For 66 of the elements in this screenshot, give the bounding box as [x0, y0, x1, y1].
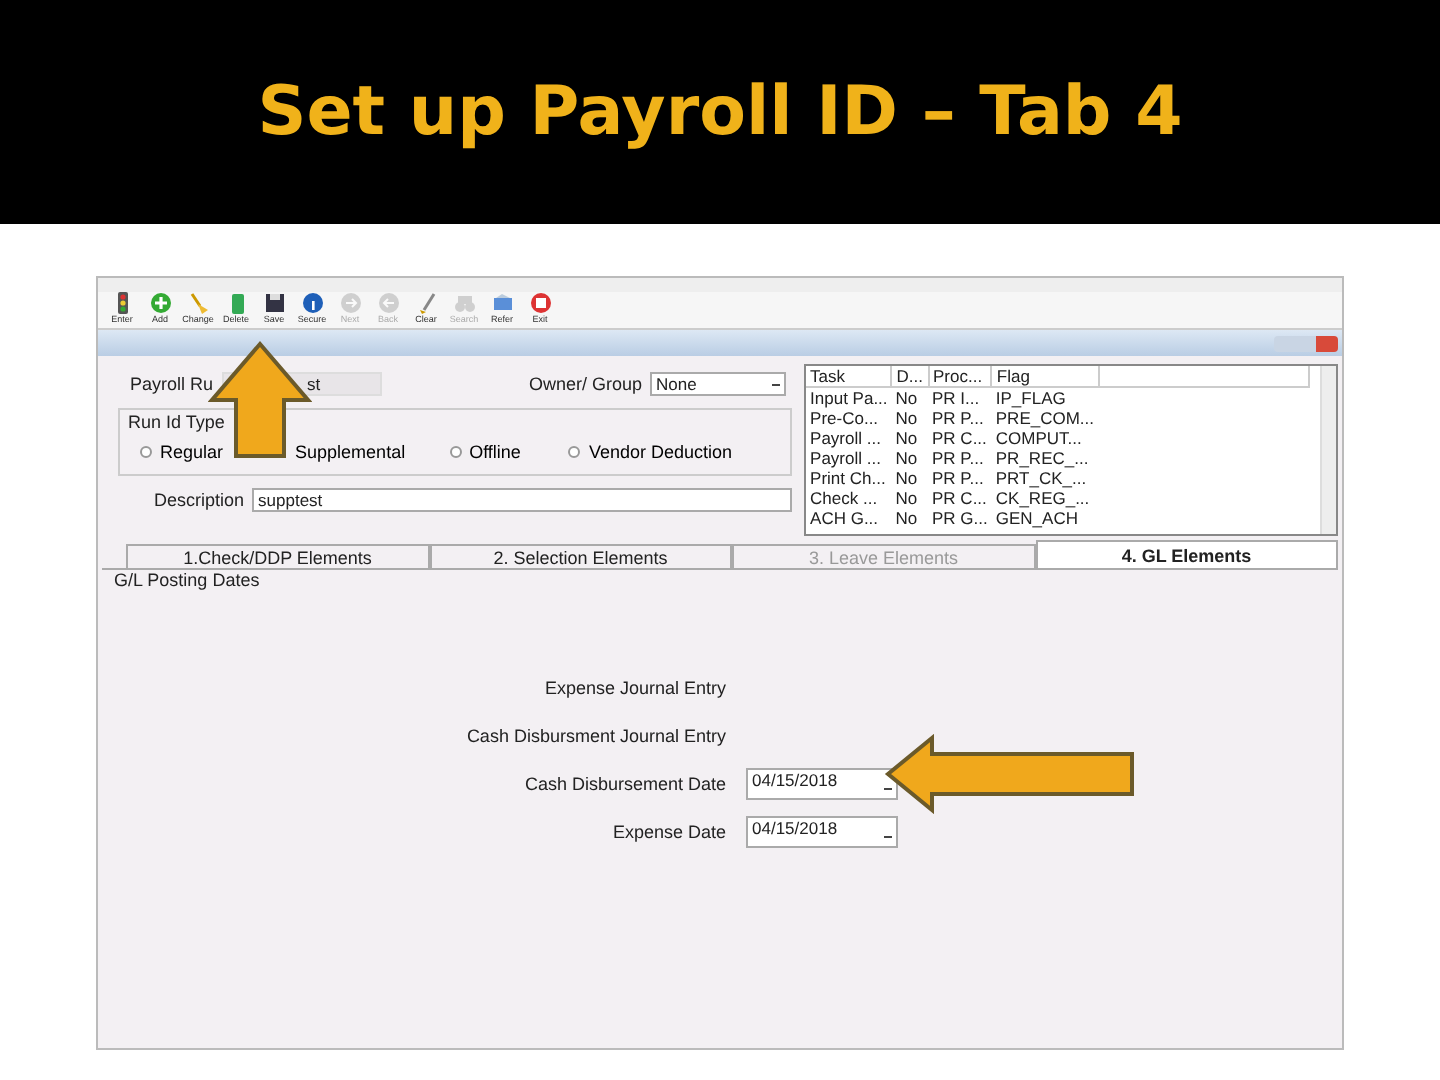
- tab[interactable]: 2. Selection Elements: [429, 544, 732, 568]
- table-cell-text: Check ...: [808, 488, 880, 508]
- table-cell: Input Pa...: [806, 387, 892, 408]
- table-cell-text: GEN_ACH: [993, 508, 1080, 528]
- date-field[interactable]: 04/15/2018: [746, 816, 898, 848]
- binoculars-icon: [453, 292, 475, 314]
- table-cell-text: PR C...: [930, 428, 989, 448]
- table-cell: IP_FLAG: [991, 387, 1099, 408]
- brush-icon: [187, 292, 209, 314]
- broom-icon: [415, 292, 437, 314]
- table-cell-text: PR_REC_...: [993, 448, 1091, 468]
- book-icon: [491, 292, 513, 314]
- dropdown-caret-icon: [772, 383, 781, 385]
- field-label: Owner/ Group: [529, 374, 643, 394]
- group-label: Run Id Type: [128, 412, 227, 432]
- radio-option[interactable]: Regular: [140, 442, 224, 462]
- column-header: Task: [806, 366, 892, 387]
- table-cell-text: PR P...: [930, 408, 986, 428]
- table-cell-text: No: [893, 448, 920, 468]
- table-cell-text: Payroll ...: [808, 428, 883, 448]
- date-field[interactable]: 04/15/2018: [746, 768, 898, 800]
- table-cell: PR I...: [928, 387, 992, 408]
- table-cell-text: No: [893, 408, 920, 428]
- description-field[interactable]: supptest: [252, 488, 793, 512]
- radio-option[interactable]: Offline: [449, 442, 521, 462]
- column-header: D...: [891, 366, 929, 387]
- right-arrow-icon: [339, 292, 361, 314]
- table-cell-text: PRE_COM...: [993, 408, 1097, 428]
- tab[interactable]: 1.Check/DDP Elements: [126, 544, 429, 568]
- column-header: Flag: [991, 366, 1099, 387]
- tab[interactable]: 4. GL Elements: [1035, 540, 1338, 568]
- table-cell-text: PRT_CK_...: [993, 468, 1089, 488]
- table-cell-text: No: [893, 468, 920, 488]
- table-cell-text: COMPUT...: [993, 428, 1084, 448]
- owner-group-dropdown[interactable]: None: [650, 372, 787, 396]
- window-controls[interactable]: [1274, 335, 1338, 351]
- table-cell-text: No: [893, 488, 920, 508]
- table-cell-text: ACH G...: [808, 508, 881, 528]
- table-cell: No: [891, 387, 929, 408]
- group-label: G/L Posting Dates: [114, 570, 262, 590]
- table-cell-text: PR C...: [930, 488, 989, 508]
- table-cell-text: Print Ch...: [808, 468, 888, 488]
- save-icon: [263, 292, 285, 314]
- field-label: Expense Journal Entry: [542, 678, 726, 698]
- arrow-icon: [884, 734, 1136, 814]
- table-cell-text: Pre-Co...: [808, 408, 881, 428]
- field-label: Description: [154, 490, 245, 510]
- field-value: 04/15/2018: [752, 818, 838, 838]
- field-label: Cash Disbursement Date: [522, 774, 726, 794]
- slide-title: Set up Payroll ID – Tab 4: [257, 72, 1183, 152]
- table-cell-text: PR P...: [930, 448, 986, 468]
- table-cell-text: CK_REG_...: [993, 488, 1092, 508]
- table-cell-text: No: [893, 428, 920, 448]
- table-cell-text: PR P...: [930, 468, 986, 488]
- table-cell-text: PR G...: [930, 508, 990, 528]
- field-label: Payroll Ru: [130, 374, 214, 394]
- table-cell-text: No: [893, 508, 920, 528]
- field-value: 04/15/2018: [752, 770, 838, 790]
- field-label: Expense Date: [610, 822, 726, 842]
- left-arrow-icon: [377, 292, 399, 314]
- radio-option[interactable]: Vendor Deduction: [568, 442, 732, 462]
- table-cell-text: Payroll ...: [808, 448, 883, 468]
- radio-option[interactable]: Supplemental: [295, 442, 406, 462]
- column-header: Proc...: [928, 366, 992, 387]
- field-label: Cash Disbursment Journal Entry: [464, 726, 726, 746]
- dropdown-value: None: [656, 374, 697, 394]
